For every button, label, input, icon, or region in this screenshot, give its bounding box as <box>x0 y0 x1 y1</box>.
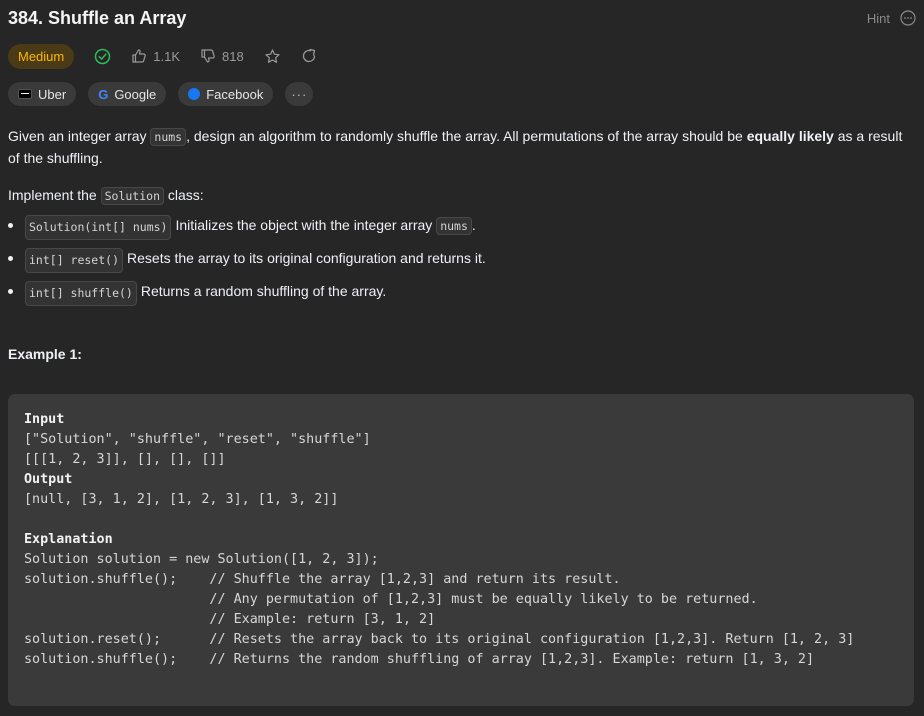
dislike-button[interactable]: 818 <box>200 48 244 64</box>
description-paragraph: Given an integer array nums, design an a… <box>8 126 913 169</box>
more-options-icon[interactable] <box>900 10 916 26</box>
hint-area: Hint <box>867 10 916 26</box>
thumbs-up-icon <box>131 48 147 64</box>
method-list: Solution(int[] nums) Initializes the obj… <box>8 215 916 314</box>
difficulty-badge: Medium <box>8 43 75 69</box>
hint-button[interactable]: Hint <box>867 11 890 26</box>
description-text: Given an integer array <box>8 128 151 144</box>
explanation-line: solution.shuffle(); // Shuffle the array… <box>24 572 621 587</box>
facebook-logo-icon <box>188 88 201 100</box>
google-logo-icon: G <box>98 86 109 102</box>
company-tag-google[interactable]: G Google <box>88 82 167 106</box>
list-item-text: Resets the array to its original configu… <box>127 250 486 266</box>
company-tag-label: Facebook <box>206 86 264 102</box>
list-item: Solution(int[] nums) Initializes the obj… <box>8 215 916 248</box>
list-item-text: Returns a random shuffling of the array. <box>140 283 387 299</box>
more-companies-button[interactable]: ··· <box>285 82 314 106</box>
explanation-line: // Example: return [3, 1, 2] <box>24 612 436 627</box>
example-code-block: Input ["Solution", "shuffle", "reset", "s… <box>8 394 914 706</box>
inline-code: Solution <box>100 187 164 205</box>
list-item: int[] shuffle() Returns a random shuffli… <box>8 281 916 314</box>
inline-code: int[] reset() <box>25 248 124 273</box>
explanation-line: Solution solution = new Solution([1, 2, … <box>24 552 379 567</box>
inline-code: nums <box>150 128 187 146</box>
input-line: [[[1, 2, 3]], [], [], []] <box>24 452 226 467</box>
input-line: ["Solution", "shuffle", "reset", "shuffl… <box>24 432 371 447</box>
like-button[interactable]: 1.1K <box>131 48 180 64</box>
like-count: 1.1K <box>153 48 180 64</box>
description-text: , design an algorithm to randomly shuffl… <box>186 128 747 144</box>
bullet-description: Initializes the object with the integer … <box>175 217 437 233</box>
output-label: Output <box>24 472 73 487</box>
output-line: [null, [3, 1, 2], [1, 2, 3], [1, 3, 2]] <box>24 492 339 507</box>
explanation-line: solution.shuffle(); // Returns the rando… <box>24 652 815 667</box>
implement-paragraph: Implement the Solution class: <box>8 185 916 207</box>
problem-meta-row: Medium 1.1K 818 <box>8 36 916 76</box>
bullet-tail: . <box>471 217 476 233</box>
inline-code: int[] shuffle() <box>25 281 137 306</box>
problem-page: 384. Shuffle an Array Hint Medium 1.1K 8… <box>0 0 924 716</box>
share-icon[interactable] <box>301 48 317 64</box>
problem-description: Given an integer array nums, design an a… <box>8 126 916 365</box>
input-label: Input <box>24 412 65 427</box>
list-item: int[] reset() Resets the array to its or… <box>8 248 916 281</box>
explanation-label: Explanation <box>24 532 113 547</box>
description-text: Implement the <box>8 187 101 203</box>
inline-code: Solution(int[] nums) <box>25 215 172 240</box>
company-tags: Uber G Google Facebook ··· <box>8 76 916 112</box>
star-icon[interactable] <box>264 48 281 65</box>
solved-check-icon <box>94 48 111 65</box>
thumbs-down-icon <box>200 48 216 64</box>
inline-code: nums <box>436 217 472 235</box>
problem-title[interactable]: 384. Shuffle an Array <box>8 8 186 29</box>
company-tag-uber[interactable]: Uber <box>8 82 77 106</box>
company-tag-label: Uber <box>38 86 67 102</box>
explanation-line: solution.reset(); // Resets the array ba… <box>24 632 855 647</box>
uber-logo-icon <box>18 89 32 99</box>
explanation-line: // Any permutation of [1,2,3] must be eq… <box>24 592 758 607</box>
company-tag-facebook[interactable]: Facebook <box>178 82 274 106</box>
example-heading: Example 1: <box>8 346 82 362</box>
dislike-count: 818 <box>222 48 244 64</box>
list-item-text: Initializes the object with the integer … <box>175 215 476 237</box>
emphasis-text: equally likely <box>746 128 834 144</box>
company-tag-label: Google <box>114 86 157 102</box>
description-text: class: <box>164 187 204 203</box>
problem-header: 384. Shuffle an Array Hint <box>8 0 916 36</box>
